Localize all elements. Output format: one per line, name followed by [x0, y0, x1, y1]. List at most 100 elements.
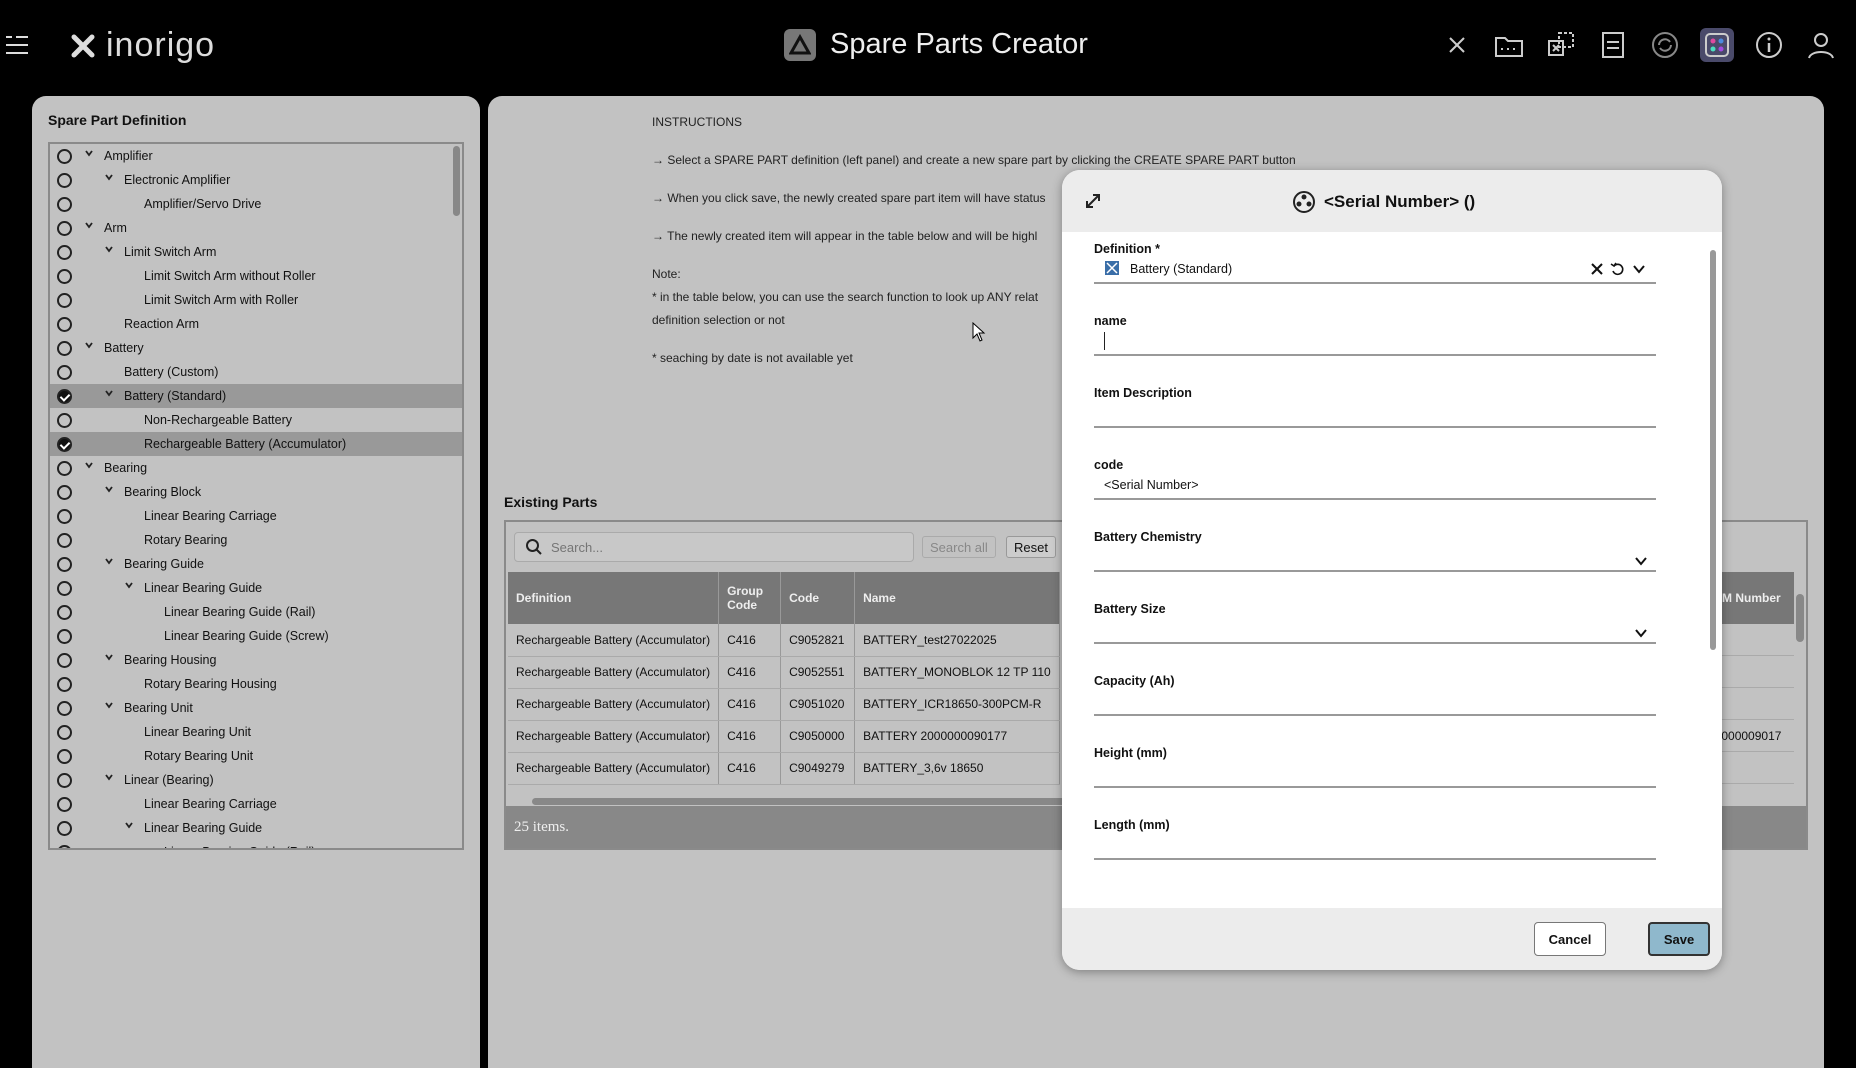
table-row[interactable]: Rechargeable Battery (Accumulator) C416 C9…: [508, 656, 1060, 689]
search-input[interactable]: [551, 539, 891, 555]
chevron-down-icon[interactable]: [104, 652, 116, 664]
tree-item[interactable]: Linear Bearing Guide: [50, 816, 462, 840]
radio-icon[interactable]: [57, 509, 72, 524]
reset-button[interactable]: Reset: [1006, 536, 1056, 558]
tree-item[interactable]: Rotary Bearing Unit: [50, 744, 462, 768]
dialog-scrollbar[interactable]: [1710, 242, 1716, 876]
radio-icon[interactable]: [57, 341, 72, 356]
radio-checked-icon[interactable]: [57, 437, 72, 452]
column-header-definition[interactable]: Definition: [508, 572, 720, 624]
chevron-down-icon[interactable]: [84, 148, 96, 160]
close-x-icon[interactable]: [1440, 28, 1474, 62]
info-icon[interactable]: [1752, 28, 1786, 62]
chevron-down-icon[interactable]: [84, 340, 96, 352]
radio-icon[interactable]: [57, 365, 72, 380]
radio-icon[interactable]: [57, 845, 72, 848]
tree-item[interactable]: Linear Bearing Unit: [50, 720, 462, 744]
radio-icon[interactable]: [57, 605, 72, 620]
table-row[interactable]: Rechargeable Battery (Accumulator) C416 C9…: [508, 720, 1060, 753]
tree-item[interactable]: Rotary Bearing: [50, 528, 462, 552]
tree-item[interactable]: Non-Rechargeable Battery: [50, 408, 462, 432]
chevron-down-icon[interactable]: [124, 820, 136, 832]
tree-item[interactable]: Linear Bearing Guide (Rail): [50, 600, 462, 624]
tree-item[interactable]: Battery (Custom): [50, 360, 462, 384]
tree-item[interactable]: Linear (Bearing): [50, 768, 462, 792]
radio-icon[interactable]: [57, 581, 72, 596]
chevron-down-icon[interactable]: [1632, 262, 1646, 281]
radio-icon[interactable]: [57, 317, 72, 332]
tree-item[interactable]: Bearing Unit: [50, 696, 462, 720]
tree-item[interactable]: Linear Bearing Guide (Rail): [50, 840, 462, 848]
document-icon[interactable]: [1596, 28, 1630, 62]
radio-icon[interactable]: [57, 773, 72, 788]
menu-icon[interactable]: [6, 34, 28, 60]
column-header-code[interactable]: Code: [780, 572, 856, 624]
tree-item[interactable]: Limit Switch Arm: [50, 240, 462, 264]
tree-item[interactable]: Linear Bearing Guide: [50, 576, 462, 600]
tree-item[interactable]: Linear Bearing Guide (Screw): [50, 624, 462, 648]
tree-item[interactable]: Bearing Housing: [50, 648, 462, 672]
tree-item[interactable]: Amplifier/Servo Drive: [50, 192, 462, 216]
tree-item[interactable]: Limit Switch Arm with Roller: [50, 288, 462, 312]
tree-item[interactable]: Rotary Bearing Housing: [50, 672, 462, 696]
save-button[interactable]: Save: [1648, 922, 1710, 956]
selection-close-icon[interactable]: [1544, 28, 1578, 62]
definition-value[interactable]: Battery (Standard): [1130, 262, 1232, 276]
radio-checked-icon[interactable]: [57, 389, 72, 404]
radio-icon[interactable]: [57, 221, 72, 236]
radio-icon[interactable]: [57, 797, 72, 812]
radio-icon[interactable]: [57, 197, 72, 212]
table-row[interactable]: Rechargeable Battery (Accumulator) C416 C9…: [508, 688, 1060, 721]
table-horizontal-scrollbar[interactable]: [532, 798, 1092, 805]
user-icon[interactable]: [1804, 28, 1838, 62]
text-input-value[interactable]: <Serial Number>: [1104, 478, 1199, 492]
tree-item[interactable]: Arm: [50, 216, 462, 240]
expand-icon[interactable]: [1084, 192, 1102, 210]
chevron-down-icon[interactable]: [104, 388, 116, 400]
search-all-button[interactable]: Search all: [922, 536, 996, 558]
radio-icon[interactable]: [57, 821, 72, 836]
undo-icon[interactable]: [1610, 262, 1624, 281]
chevron-down-icon[interactable]: [124, 580, 136, 592]
radio-icon[interactable]: [57, 629, 72, 644]
tree-item[interactable]: Linear Bearing Carriage: [50, 504, 462, 528]
folder-icon[interactable]: [1492, 28, 1526, 62]
tree-item[interactable]: Rechargeable Battery (Accumulator): [50, 432, 462, 456]
chevron-down-icon[interactable]: [104, 244, 116, 256]
radio-icon[interactable]: [57, 653, 72, 668]
tree-item[interactable]: Reaction Arm: [50, 312, 462, 336]
tree-item[interactable]: Bearing Guide: [50, 552, 462, 576]
tree-item[interactable]: Limit Switch Arm without Roller: [50, 264, 462, 288]
chevron-down-icon[interactable]: [1634, 626, 1647, 638]
chevron-down-icon[interactable]: [104, 700, 116, 712]
radio-icon[interactable]: [57, 413, 72, 428]
chevron-down-icon[interactable]: [1634, 554, 1647, 566]
chevron-down-icon[interactable]: [104, 172, 116, 184]
radio-icon[interactable]: [57, 485, 72, 500]
tree-item[interactable]: Bearing: [50, 456, 462, 480]
radio-icon[interactable]: [57, 173, 72, 188]
radio-icon[interactable]: [57, 245, 72, 260]
clear-icon[interactable]: [1590, 262, 1604, 281]
apps-icon[interactable]: [1700, 28, 1734, 62]
tree-item[interactable]: Electronic Amplifier: [50, 168, 462, 192]
radio-icon[interactable]: [57, 269, 72, 284]
tree-item[interactable]: Battery (Standard): [50, 384, 462, 408]
chevron-down-icon[interactable]: [84, 460, 96, 472]
table-row[interactable]: Rechargeable Battery (Accumulator) C416 C9…: [508, 624, 1060, 657]
cancel-button[interactable]: Cancel: [1534, 922, 1606, 956]
radio-icon[interactable]: [57, 725, 72, 740]
radio-icon[interactable]: [57, 557, 72, 572]
tree-item[interactable]: Amplifier: [50, 144, 462, 168]
tree-item[interactable]: Battery: [50, 336, 462, 360]
radio-icon[interactable]: [57, 533, 72, 548]
tree-item[interactable]: Bearing Block: [50, 480, 462, 504]
radio-icon[interactable]: [57, 701, 72, 716]
column-header-group-code[interactable]: Group Code: [718, 572, 782, 624]
column-header-name[interactable]: Name: [854, 572, 1060, 624]
radio-icon[interactable]: [57, 293, 72, 308]
radio-icon[interactable]: [57, 749, 72, 764]
sync-icon[interactable]: [1648, 28, 1682, 62]
table-row[interactable]: Rechargeable Battery (Accumulator) C416 C9…: [508, 752, 1060, 785]
chevron-down-icon[interactable]: [104, 484, 116, 496]
